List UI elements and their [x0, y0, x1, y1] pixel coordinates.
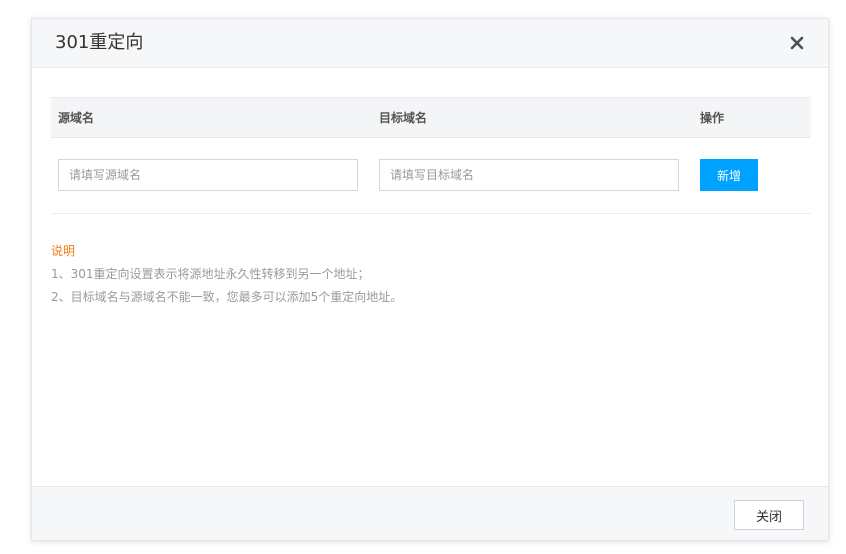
- notes-title: 说明: [51, 244, 76, 258]
- column-header-operation: 操作: [700, 111, 725, 125]
- dialog-header: 301重定向: [32, 19, 828, 68]
- column-header-source: 源域名: [58, 111, 95, 125]
- divider: [51, 213, 811, 214]
- close-icon[interactable]: [788, 34, 806, 52]
- add-button[interactable]: 新增: [700, 159, 758, 191]
- dialog-footer: 关闭: [32, 486, 828, 540]
- close-button[interactable]: 关闭: [734, 500, 804, 530]
- notes-line-2: 2、目标域名与源域名不能一致，您最多可以添加5个重定向地址。: [51, 290, 403, 304]
- redirect-dialog: 301重定向 源域名 目标域名 操作 新增 说明 1、301重定向设置表示将源地…: [31, 18, 829, 541]
- table-header: 源域名 目标域名 操作: [51, 97, 811, 138]
- dialog-title: 301重定向: [55, 32, 144, 53]
- source-domain-input[interactable]: [58, 159, 358, 191]
- column-header-target: 目标域名: [379, 111, 428, 125]
- notes-line-1: 1、301重定向设置表示将源地址永久性转移到另一个地址；: [51, 267, 370, 281]
- notes-section: 说明 1、301重定向设置表示将源地址永久性转移到另一个地址； 2、目标域名与源…: [51, 240, 402, 309]
- target-domain-input[interactable]: [379, 159, 679, 191]
